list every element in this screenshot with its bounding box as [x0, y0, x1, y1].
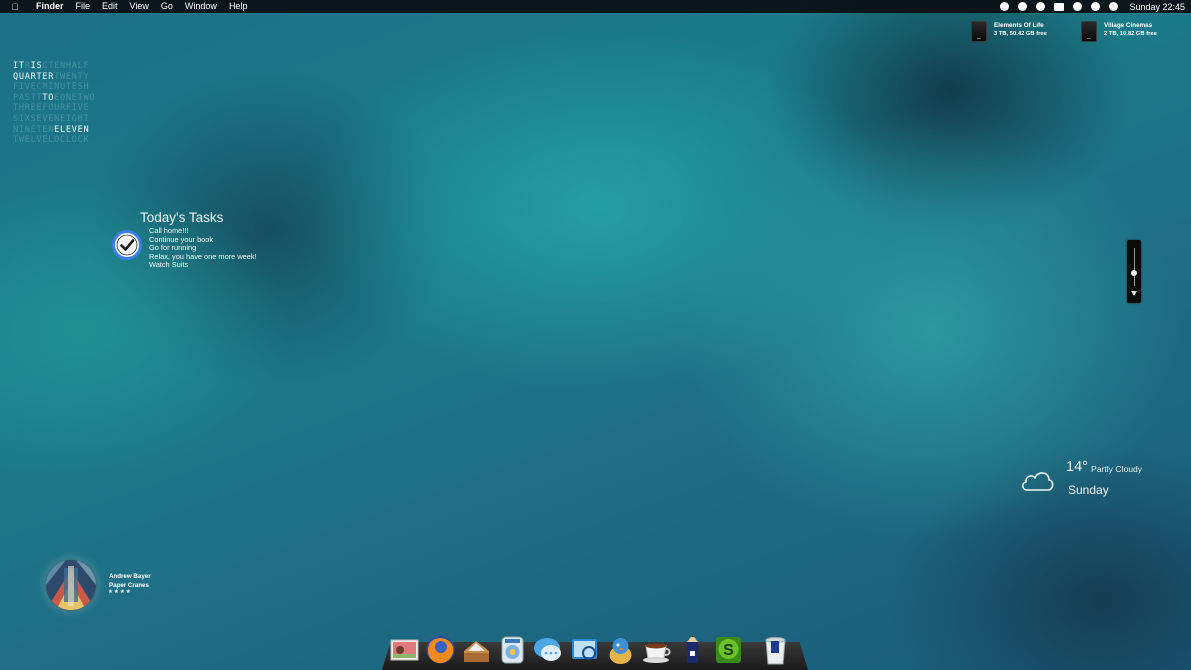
- dock-item-pencil[interactable]: [676, 630, 709, 666]
- drive-name: Elements Of Life: [994, 22, 1044, 29]
- drive-elements-of-life[interactable]: Elements Of Life 3 TB, 50.42 GB free: [971, 21, 1047, 42]
- word-clock-lit-word: ELEVEN: [54, 124, 90, 135]
- now-playing-rating[interactable]: ★★★★: [108, 589, 132, 595]
- word-clock-line: QUARTERTWENTY: [13, 72, 95, 83]
- clock-icon[interactable]: [1091, 2, 1101, 11]
- dock: S: [388, 628, 792, 666]
- mail-tray-icon[interactable]: [460, 633, 493, 666]
- chevron-down-icon[interactable]: [1131, 291, 1137, 296]
- drive-info: 2 TB, 10.82 GB free: [1104, 31, 1157, 37]
- word-clock-dim-letters: SIXSEVENEIGHT: [13, 113, 90, 124]
- volume-track[interactable]: [1133, 248, 1135, 286]
- dock-item-preview[interactable]: [568, 630, 601, 666]
- tasks-list: Call home!!! Continue your book Go for r…: [149, 226, 257, 270]
- messages-icon[interactable]: [532, 633, 565, 666]
- word-clock-dim-letters: PASTT: [13, 92, 43, 103]
- menu-bar:  Finder File Edit View Go Window Help S…: [0, 0, 1191, 13]
- word-clock-lit-word: TO: [42, 92, 55, 103]
- word-clock-dim-letters: CTENHALF: [42, 61, 90, 71]
- scrivener-icon[interactable]: S: [712, 633, 745, 666]
- word-clock-lit-word: QUARTER: [13, 71, 55, 82]
- pencil-icon[interactable]: [676, 633, 709, 666]
- dock-item-itunes[interactable]: [496, 630, 529, 666]
- dock-item-photo[interactable]: [388, 630, 421, 666]
- menu-file[interactable]: File: [70, 0, 97, 13]
- word-clock-dim-letters: THREEFOURFIVE: [13, 103, 90, 114]
- album-art[interactable]: [46, 560, 96, 610]
- now-playing-title: Paper Cranes: [109, 582, 149, 589]
- menu-window[interactable]: Window: [179, 0, 223, 13]
- word-clock-line: FIVECMINUTESH: [13, 82, 95, 93]
- cloud-icon: [1021, 472, 1054, 491]
- word-clock-line: PASTTTOEONETWO: [13, 93, 95, 104]
- parking-icon[interactable]: [1018, 2, 1028, 11]
- word-clock-dim-letters: FIVECMINUTESH: [13, 82, 90, 93]
- menu-view[interactable]: View: [124, 0, 155, 13]
- weather-day: Sunday: [1068, 483, 1109, 497]
- volume-knob[interactable]: [1131, 269, 1137, 276]
- word-clock-line: ITRISCTENHALF: [13, 61, 95, 72]
- word-clock-widget: ITRISCTENHALF QUARTERTWENTY FIVECMINUTESH P…: [13, 61, 95, 146]
- dock-item-scrivener[interactable]: S: [712, 630, 745, 666]
- hard-drive-icon[interactable]: [1081, 21, 1097, 42]
- checkmark-icon: [112, 230, 142, 260]
- tasks-title: Today's Tasks: [140, 210, 224, 225]
- twitter-bird-icon[interactable]: [604, 633, 637, 666]
- word-clock-line: SIXSEVENEIGHT: [13, 114, 95, 125]
- hard-drive-icon[interactable]: [971, 21, 987, 42]
- itunes-icon[interactable]: [496, 633, 529, 666]
- scripts-icon[interactable]: [1073, 2, 1083, 11]
- dock-item-messages[interactable]: [532, 630, 565, 666]
- word-clock-dim-letters: TWENTY: [54, 71, 90, 82]
- menu-finder[interactable]: Finder: [30, 0, 70, 13]
- list-item: Watch Suits: [149, 260, 189, 270]
- dock-item-mail-tray[interactable]: [460, 630, 493, 666]
- drive-village-cinemas[interactable]: Village Cinemas 2 TB, 10.82 GB free: [1081, 21, 1157, 42]
- dock-item-trash[interactable]: [759, 630, 792, 666]
- status-area: Sunday 22:45: [1000, 0, 1185, 13]
- menu-edit[interactable]: Edit: [96, 0, 124, 13]
- sync-icon[interactable]: [1000, 2, 1010, 11]
- display-icon[interactable]: [1054, 2, 1065, 11]
- drive-info: 3 TB, 50.42 GB free: [994, 31, 1047, 37]
- word-clock-line: TWELVELOCLOCK: [13, 135, 95, 146]
- circle-icon[interactable]: [1036, 2, 1046, 11]
- word-clock-line: NINETENELEVEN: [13, 125, 95, 136]
- drive-name: Village Cinemas: [1104, 22, 1153, 29]
- wifi-icon[interactable]: [1109, 2, 1119, 11]
- svg-text:S: S: [723, 642, 734, 659]
- menu-clock[interactable]: Sunday 22:45: [1129, 2, 1185, 12]
- volume-slider[interactable]: [1127, 240, 1141, 303]
- dock-item-coffee[interactable]: [640, 630, 673, 666]
- weather-condition: Partly Cloudy: [1091, 464, 1143, 474]
- menu-help[interactable]: Help: [223, 0, 254, 13]
- word-clock-dim-letters: EONETWO: [54, 92, 96, 103]
- coffee-cup-icon[interactable]: [640, 633, 673, 666]
- photo-icon[interactable]: [388, 633, 421, 666]
- trash-icon[interactable]: [759, 633, 792, 666]
- word-clock-dim-letters: TWELVELOCLOCK: [13, 135, 90, 146]
- dock-item-twitter[interactable]: [604, 630, 637, 666]
- weather-temperature: 14°: [1066, 459, 1088, 475]
- now-playing-artist: Andrew Bayer: [109, 573, 151, 580]
- dock-item-firefox[interactable]: [424, 630, 457, 666]
- preview-icon[interactable]: [568, 633, 601, 666]
- word-clock-line: THREEFOURFIVE: [13, 103, 95, 114]
- firefox-icon[interactable]: [424, 633, 457, 666]
- word-clock-lit-word: IS: [30, 61, 43, 71]
- menu-go[interactable]: Go: [155, 0, 179, 13]
- apple-icon[interactable]: : [0, 2, 30, 12]
- word-clock-lit-word: IT: [13, 61, 25, 71]
- word-clock-dim-letters: NINETEN: [13, 124, 55, 135]
